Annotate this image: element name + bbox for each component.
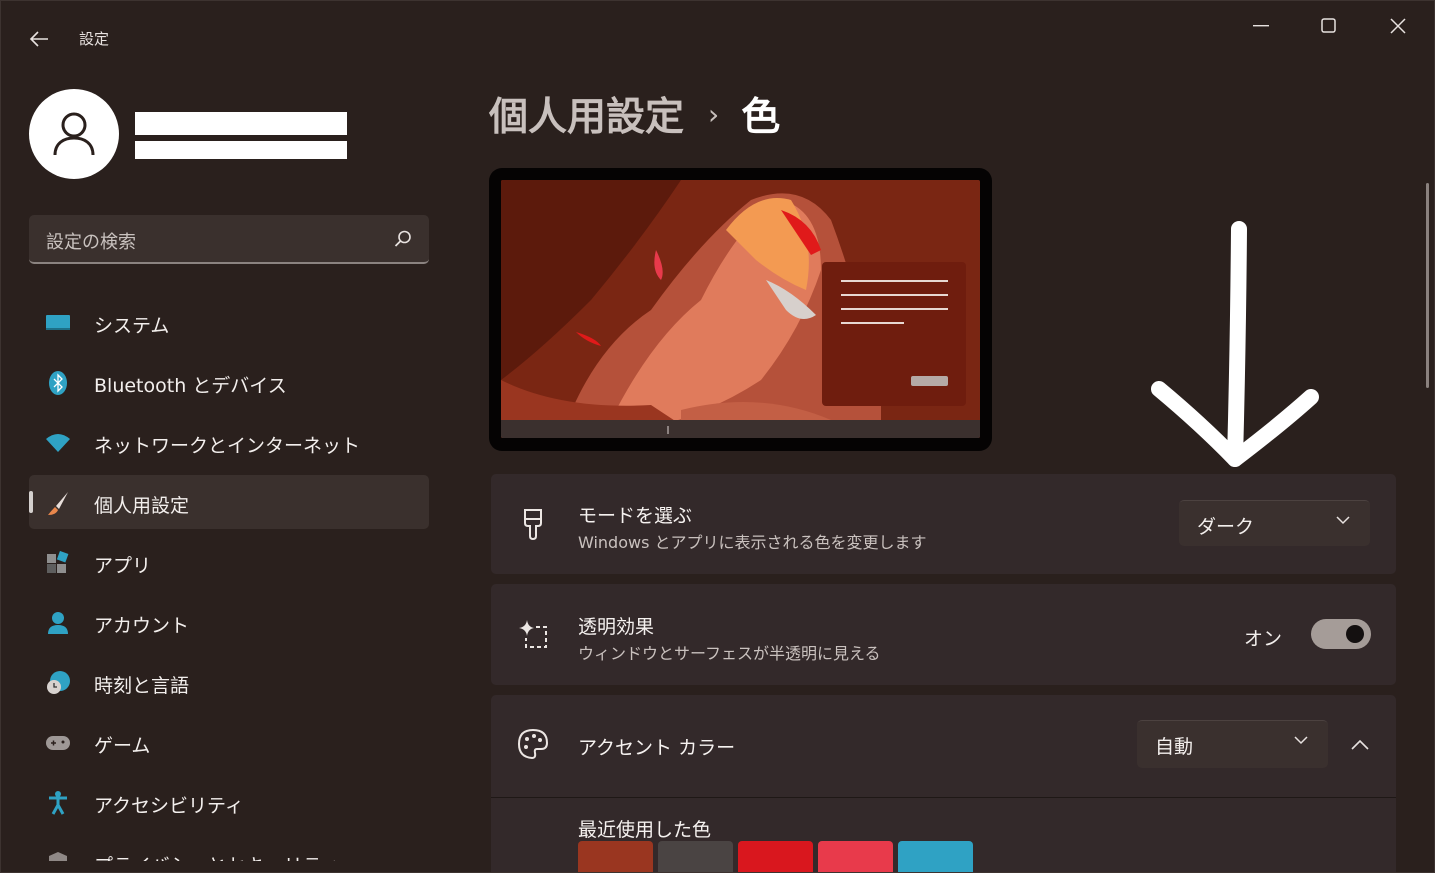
search-input[interactable]: 設定の検索: [46, 228, 136, 254]
sidebar-item-personalization[interactable]: 個人用設定: [29, 475, 429, 529]
transparency-subtitle: ウィンドウとサーフェスが半透明に見える: [578, 644, 881, 663]
sidebar-nav: システム Bluetooth とデバイス ネットワークとインターネット 個人用設…: [29, 295, 429, 861]
toggle-knob: [1346, 625, 1364, 643]
chevron-down-icon: [1336, 516, 1350, 525]
sidebar-item-label: ゲーム: [94, 735, 151, 757]
card-divider: [491, 797, 1396, 798]
bluetooth-icon: [45, 370, 71, 396]
mode-title: モードを選ぶ: [578, 505, 693, 527]
palette-icon: [515, 726, 551, 762]
accent-dropdown-value: 自動: [1155, 736, 1194, 758]
sidebar-item-label: アプリ: [94, 555, 152, 577]
sidebar-item-bluetooth[interactable]: Bluetooth とデバイス: [29, 355, 429, 409]
back-button[interactable]: [23, 23, 55, 55]
sidebar-item-label: 個人用設定: [94, 495, 190, 517]
back-arrow-icon: [29, 31, 48, 47]
time-language-icon: [45, 670, 71, 696]
redacted-email-bar: [135, 141, 347, 159]
down-arrow-annotation: [1151, 221, 1319, 467]
accessibility-icon: [45, 790, 71, 816]
toggle-state-label: オン: [1243, 628, 1282, 650]
maximize-button[interactable]: [1306, 9, 1352, 43]
app-title: 設定: [79, 30, 110, 48]
transparency-sparkle-icon: [515, 616, 551, 652]
accent-color-card: アクセント カラー 自動 最近使用した色: [491, 695, 1396, 872]
chevron-down-icon: [1294, 736, 1308, 745]
mode-setting-card: モードを選ぶ Windows とアプリに表示される色を変更します ダーク: [491, 474, 1396, 574]
mode-dropdown[interactable]: ダーク: [1179, 500, 1370, 546]
scrollbar[interactable]: [1426, 183, 1429, 388]
sidebar-item-accounts[interactable]: アカウント: [29, 595, 429, 649]
paintbrush-icon: [515, 506, 551, 542]
color-swatch[interactable]: [578, 841, 653, 872]
search-icon[interactable]: [393, 229, 413, 249]
apps-icon: [45, 550, 71, 576]
sidebar-item-accessibility[interactable]: アクセシビリティ: [29, 775, 429, 829]
accent-color-title: アクセント カラー: [578, 737, 736, 759]
gamepad-icon: [45, 730, 71, 756]
sidebar-item-label: システム: [94, 315, 170, 337]
system-icon: [45, 310, 71, 336]
mode-dropdown-value: ダーク: [1197, 516, 1255, 538]
chevron-up-icon[interactable]: [1351, 739, 1369, 751]
transparency-toggle[interactable]: [1311, 619, 1371, 649]
sidebar-item-apps[interactable]: アプリ: [29, 535, 429, 589]
theme-preview: [489, 168, 992, 451]
transparency-title: 透明効果: [578, 616, 655, 638]
account-icon: [45, 610, 71, 636]
recent-colors-label: 最近使用した色: [578, 819, 712, 841]
shield-icon: [45, 850, 71, 861]
sidebar-item-label: ネットワークとインターネット: [94, 435, 361, 457]
minimize-button[interactable]: [1238, 9, 1284, 43]
breadcrumb: 個人用設定 › 色: [489, 86, 781, 142]
settings-search-box[interactable]: 設定の検索: [29, 215, 429, 264]
recent-color-swatches: [578, 841, 978, 872]
person-icon: [53, 112, 95, 156]
wifi-icon: [45, 430, 71, 456]
close-icon: [1390, 18, 1406, 34]
color-swatch[interactable]: [738, 841, 813, 872]
accent-dropdown[interactable]: 自動: [1137, 720, 1328, 768]
breadcrumb-parent[interactable]: 個人用設定: [489, 86, 684, 142]
maximize-icon: [1321, 18, 1336, 33]
color-swatch[interactable]: [818, 841, 893, 872]
title-bar: 設定: [1, 1, 1434, 73]
active-indicator: [29, 491, 33, 513]
sidebar-item-label: アカウント: [94, 615, 190, 637]
color-swatch[interactable]: [898, 841, 973, 872]
brush-icon: [45, 490, 71, 516]
preview-wallpaper: [501, 180, 980, 438]
sidebar-item-label: 時刻と言語: [94, 675, 190, 697]
mode-subtitle: Windows とアプリに表示される色を変更します: [578, 533, 927, 552]
sidebar-item-label: Bluetooth とデバイス: [94, 375, 287, 397]
settings-window: 設定 設定の検索 システム Bluetooth とデバイス ネットワークとインタ…: [0, 0, 1435, 873]
breadcrumb-separator: ›: [708, 97, 720, 131]
sidebar-item-label: プライバシーとセキュリティ: [94, 851, 339, 861]
minimize-icon: [1253, 25, 1269, 27]
redacted-name-bar: [135, 112, 347, 135]
page-title: 色: [741, 95, 781, 140]
color-swatch[interactable]: [658, 841, 733, 872]
close-button[interactable]: [1375, 9, 1421, 43]
sidebar-item-time-language[interactable]: 時刻と言語: [29, 655, 429, 709]
sidebar-item-label: アクセシビリティ: [94, 795, 244, 817]
sidebar-item-system[interactable]: システム: [29, 295, 429, 349]
transparency-setting-card: 透明効果 ウィンドウとサーフェスが半透明に見える オン: [491, 584, 1396, 685]
sidebar-item-gaming[interactable]: ゲーム: [29, 715, 429, 769]
sidebar-item-privacy[interactable]: プライバシーとセキュリティ: [29, 835, 429, 861]
avatar[interactable]: [29, 89, 119, 179]
sidebar-item-network[interactable]: ネットワークとインターネット: [29, 415, 429, 469]
